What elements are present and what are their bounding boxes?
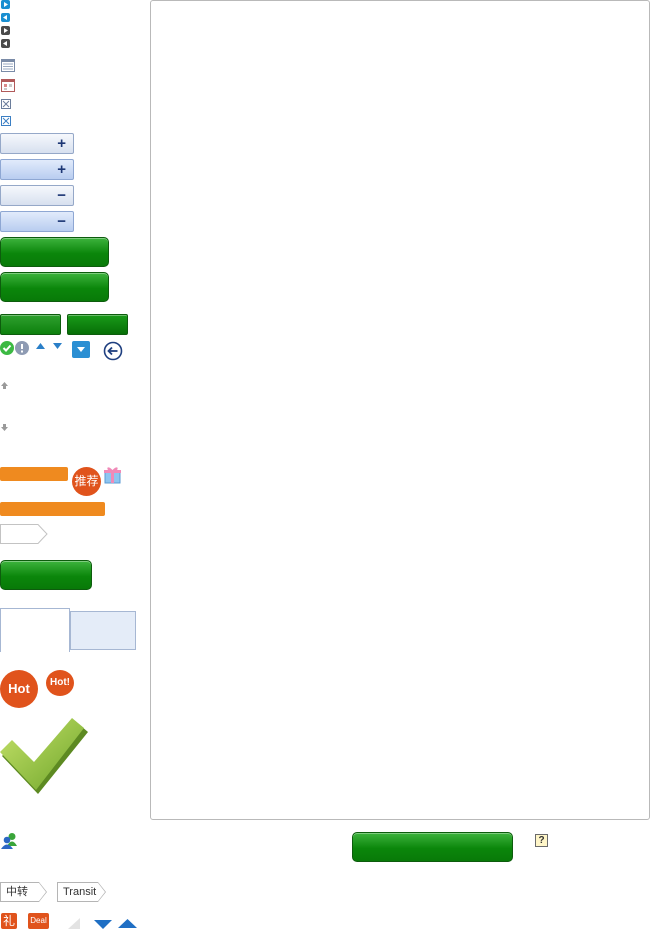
sort-down-icon[interactable] xyxy=(1,424,8,431)
green-button-wide[interactable] xyxy=(352,832,513,862)
close-hover-icon[interactable] xyxy=(1,116,11,126)
green-button-medium[interactable] xyxy=(0,560,92,590)
hot-badge-large-text: Hot xyxy=(8,681,30,696)
plus-icon: + xyxy=(57,135,66,152)
gift-char-badge: 礼 xyxy=(1,913,17,929)
deal-badge: Deal xyxy=(28,913,49,929)
minus-icon: − xyxy=(57,213,66,230)
table-icon[interactable] xyxy=(1,59,15,72)
help-icon[interactable]: ? xyxy=(535,834,548,847)
gift-char-text: 礼 xyxy=(2,914,15,928)
info-circle-icon xyxy=(15,341,29,355)
green-button-small-active[interactable] xyxy=(67,314,128,335)
play-right-icon[interactable] xyxy=(1,0,10,9)
calendar-icon[interactable] xyxy=(1,79,15,92)
minus-icon: − xyxy=(57,187,66,204)
expand-bar-hover-button[interactable]: + xyxy=(0,159,74,180)
close-icon[interactable] xyxy=(1,99,11,109)
orange-bar-wide xyxy=(0,502,105,516)
content-panel xyxy=(150,0,650,820)
hot-badge-large: Hot xyxy=(0,670,38,708)
plus-icon: + xyxy=(57,161,66,178)
triangle-down-icon[interactable] xyxy=(53,343,62,349)
green-button-large[interactable] xyxy=(0,237,109,267)
hot-badge-small-text: Hot! xyxy=(50,677,70,688)
breadcrumb-zhongzhuan-label: 中转 xyxy=(6,886,28,898)
checkmark-icon xyxy=(0,718,90,800)
play-right-gray-icon[interactable] xyxy=(1,26,10,35)
collapse-bar-button[interactable]: − xyxy=(0,185,74,206)
check-circle-icon xyxy=(0,341,14,355)
arrow-tag-empty xyxy=(0,524,48,544)
breadcrumb-transit-label: Transit xyxy=(63,886,97,898)
collapse-bar-hover-button[interactable]: − xyxy=(0,211,74,232)
caret-down-icon[interactable] xyxy=(94,920,112,929)
green-button-large-hover[interactable] xyxy=(0,272,109,302)
back-arrow-icon[interactable] xyxy=(103,341,123,361)
play-left-gray-icon[interactable] xyxy=(1,39,10,48)
gift-icon xyxy=(104,466,121,484)
orange-tag xyxy=(0,467,68,481)
caret-up-icon[interactable] xyxy=(118,919,137,928)
deal-badge-text: Deal xyxy=(30,916,47,925)
users-icon xyxy=(1,832,19,850)
tab-active[interactable] xyxy=(0,608,70,652)
green-button-small[interactable] xyxy=(0,314,61,335)
play-left-icon[interactable] xyxy=(1,13,10,22)
expand-bar-button[interactable]: + xyxy=(0,133,74,154)
corner-triangle-icon xyxy=(68,918,80,929)
recommend-badge-text: 推荐 xyxy=(74,474,99,488)
sort-up-icon[interactable] xyxy=(1,382,8,389)
dropdown-icon[interactable] xyxy=(72,341,90,358)
breadcrumb-zhongzhuan[interactable]: 中转 xyxy=(0,882,47,902)
triangle-up-icon[interactable] xyxy=(36,343,45,349)
help-icon-text: ? xyxy=(538,835,545,846)
tab-inactive[interactable] xyxy=(70,611,136,650)
recommend-badge: 推荐 xyxy=(72,467,101,496)
breadcrumb-transit[interactable]: Transit xyxy=(57,882,106,902)
hot-badge-small: Hot! xyxy=(46,670,74,696)
